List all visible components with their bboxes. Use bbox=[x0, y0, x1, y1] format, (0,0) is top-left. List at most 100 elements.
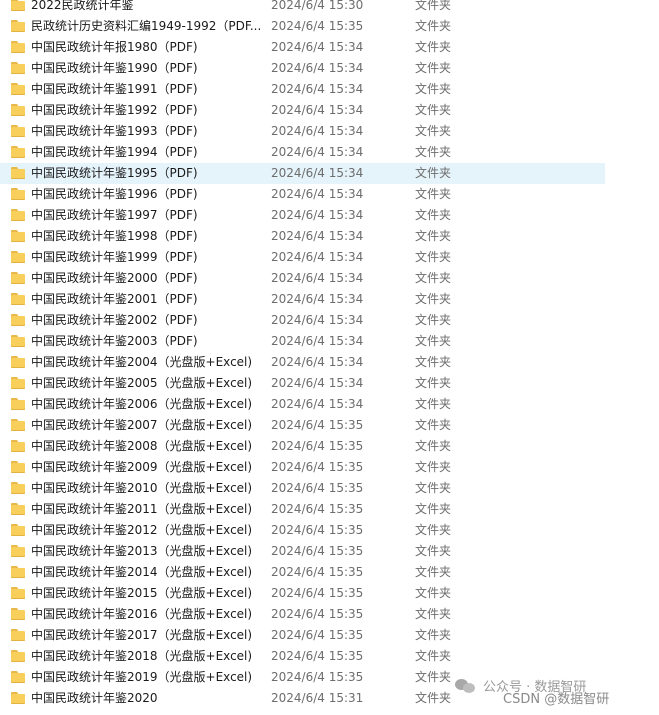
file-name[interactable]: 中国民政统计年鉴2003（PDF) bbox=[31, 331, 263, 352]
folder-icon bbox=[11, 251, 25, 263]
file-name[interactable]: 中国民政统计年鉴2006（光盘版+Excel) bbox=[31, 394, 263, 415]
file-name[interactable]: 中国民政统计年鉴1996（PDF) bbox=[31, 184, 263, 205]
folder-icon bbox=[11, 692, 25, 704]
file-name[interactable]: 中国民政统计年鉴2001（PDF) bbox=[31, 289, 263, 310]
file-row[interactable]: 中国民政统计年鉴1996（PDF) 2024/6/4 15:34 文件夹 bbox=[0, 184, 605, 205]
file-type: 文件夹 bbox=[415, 313, 452, 327]
file-row[interactable]: 中国民政统计年鉴2016（光盘版+Excel) 2024/6/4 15:35 文件夹 bbox=[0, 604, 605, 625]
file-name[interactable]: 中国民政统计年鉴2011（光盘版+Excel) bbox=[31, 499, 263, 520]
file-row[interactable]: 民政统计历史资料汇编1949-1992（PDF... 2024/6/4 15:35… bbox=[0, 16, 605, 37]
file-name[interactable]: 中国民政统计年鉴1993（PDF) bbox=[31, 121, 263, 142]
file-row[interactable]: 2022民政统计年鉴 2024/6/4 15:30 文件夹 bbox=[0, 0, 605, 16]
folder-icon bbox=[11, 230, 25, 242]
file-row[interactable]: 中国民政统计年鉴2015（光盘版+Excel) 2024/6/4 15:35 文件夹 bbox=[0, 583, 605, 604]
wechat-icon bbox=[455, 678, 477, 694]
file-name[interactable]: 中国民政统计年鉴2018（光盘版+Excel) bbox=[31, 646, 263, 667]
file-row[interactable]: 中国民政统计年鉴2004（光盘版+Excel) 2024/6/4 15:34 文件夹 bbox=[0, 352, 605, 373]
file-name[interactable]: 中国民政统计年鉴2002（PDF) bbox=[31, 310, 263, 331]
file-name[interactable]: 中国民政统计年鉴1995（PDF) bbox=[31, 163, 263, 184]
file-modified-date: 2024/6/4 15:34 bbox=[271, 313, 364, 327]
file-row[interactable]: 中国民政统计年鉴2006（光盘版+Excel) 2024/6/4 15:34 文件夹 bbox=[0, 394, 605, 415]
folder-icon bbox=[11, 629, 25, 641]
file-row[interactable]: 中国民政统计年鉴1997（PDF) 2024/6/4 15:34 文件夹 bbox=[0, 205, 605, 226]
file-modified-date: 2024/6/4 15:35 bbox=[271, 502, 364, 516]
file-name[interactable]: 2022民政统计年鉴 bbox=[31, 0, 263, 16]
file-row[interactable]: 中国民政统计年鉴1994（PDF) 2024/6/4 15:34 文件夹 bbox=[0, 142, 605, 163]
folder-icon bbox=[11, 20, 25, 32]
file-type: 文件夹 bbox=[415, 82, 452, 96]
file-name[interactable]: 中国民政统计年鉴2008（光盘版+Excel) bbox=[31, 436, 263, 457]
folder-icon bbox=[11, 62, 25, 74]
file-row[interactable]: 中国民政统计年报1980（PDF) 2024/6/4 15:34 文件夹 bbox=[0, 37, 605, 58]
file-modified-date: 2024/6/4 15:35 bbox=[271, 628, 364, 642]
file-modified-date: 2024/6/4 15:35 bbox=[271, 418, 364, 432]
file-type: 文件夹 bbox=[415, 334, 452, 348]
file-name[interactable]: 中国民政统计年鉴2014（光盘版+Excel) bbox=[31, 562, 263, 583]
file-name[interactable]: 中国民政统计年鉴2015（光盘版+Excel) bbox=[31, 583, 263, 604]
file-name[interactable]: 中国民政统计年鉴1997（PDF) bbox=[31, 205, 263, 226]
folder-icon bbox=[11, 566, 25, 578]
file-row[interactable]: 中国民政统计年鉴2007（光盘版+Excel) 2024/6/4 15:35 文件夹 bbox=[0, 415, 605, 436]
folder-icon bbox=[11, 524, 25, 536]
file-type: 文件夹 bbox=[415, 376, 452, 390]
file-name[interactable]: 中国民政统计年鉴2019（光盘版+Excel) bbox=[31, 667, 263, 688]
file-row[interactable]: 中国民政统计年鉴1990（PDF) 2024/6/4 15:34 文件夹 bbox=[0, 58, 605, 79]
file-name[interactable]: 中国民政统计年报1980（PDF) bbox=[31, 37, 263, 58]
folder-icon bbox=[11, 104, 25, 116]
file-name[interactable]: 中国民政统计年鉴1990（PDF) bbox=[31, 58, 263, 79]
file-row[interactable]: 中国民政统计年鉴1991（PDF) 2024/6/4 15:34 文件夹 bbox=[0, 79, 605, 100]
folder-icon bbox=[11, 671, 25, 683]
file-row[interactable]: 中国民政统计年鉴2003（PDF) 2024/6/4 15:34 文件夹 bbox=[0, 331, 605, 352]
folder-icon bbox=[11, 356, 25, 368]
file-type: 文件夹 bbox=[415, 586, 452, 600]
file-modified-date: 2024/6/4 15:34 bbox=[271, 40, 364, 54]
file-modified-date: 2024/6/4 15:35 bbox=[271, 460, 364, 474]
file-name[interactable]: 中国民政统计年鉴1998（PDF) bbox=[31, 226, 263, 247]
file-name[interactable]: 中国民政统计年鉴2005（光盘版+Excel) bbox=[31, 373, 263, 394]
file-name[interactable]: 民政统计历史资料汇编1949-1992（PDF... bbox=[31, 16, 263, 37]
file-name[interactable]: 中国民政统计年鉴2009（光盘版+Excel) bbox=[31, 457, 263, 478]
file-row[interactable]: 中国民政统计年鉴1995（PDF) 2024/6/4 15:34 文件夹 bbox=[0, 163, 605, 184]
file-row[interactable]: 中国民政统计年鉴2012（光盘版+Excel) 2024/6/4 15:35 文件夹 bbox=[0, 520, 605, 541]
file-name[interactable]: 中国民政统计年鉴2007（光盘版+Excel) bbox=[31, 415, 263, 436]
file-type: 文件夹 bbox=[415, 103, 452, 117]
file-row[interactable]: 中国民政统计年鉴2011（光盘版+Excel) 2024/6/4 15:35 文件夹 bbox=[0, 499, 605, 520]
file-row[interactable]: 中国民政统计年鉴2002（PDF) 2024/6/4 15:34 文件夹 bbox=[0, 310, 605, 331]
file-type: 文件夹 bbox=[415, 544, 452, 558]
file-name[interactable]: 中国民政统计年鉴2020 bbox=[31, 688, 263, 709]
folder-icon bbox=[11, 146, 25, 158]
file-name[interactable]: 中国民政统计年鉴2012（光盘版+Excel) bbox=[31, 520, 263, 541]
file-name[interactable]: 中国民政统计年鉴2013（光盘版+Excel) bbox=[31, 541, 263, 562]
file-name[interactable]: 中国民政统计年鉴2017（光盘版+Excel) bbox=[31, 625, 263, 646]
file-row[interactable]: 中国民政统计年鉴2013（光盘版+Excel) 2024/6/4 15:35 文件夹 bbox=[0, 541, 605, 562]
file-row[interactable]: 中国民政统计年鉴1992（PDF) 2024/6/4 15:34 文件夹 bbox=[0, 100, 605, 121]
file-name[interactable]: 中国民政统计年鉴1999（PDF) bbox=[31, 247, 263, 268]
file-type: 文件夹 bbox=[415, 187, 452, 201]
file-name[interactable]: 中国民政统计年鉴1994（PDF) bbox=[31, 142, 263, 163]
file-row[interactable]: 中国民政统计年鉴2010（光盘版+Excel) 2024/6/4 15:35 文件夹 bbox=[0, 478, 605, 499]
folder-icon bbox=[11, 398, 25, 410]
file-name[interactable]: 中国民政统计年鉴2016（光盘版+Excel) bbox=[31, 604, 263, 625]
folder-icon bbox=[11, 167, 25, 179]
file-row[interactable]: 中国民政统计年鉴1993（PDF) 2024/6/4 15:34 文件夹 bbox=[0, 121, 605, 142]
file-row[interactable]: 中国民政统计年鉴2018（光盘版+Excel) 2024/6/4 15:35 文件夹 bbox=[0, 646, 605, 667]
file-name[interactable]: 中国民政统计年鉴1992（PDF) bbox=[31, 100, 263, 121]
file-row[interactable]: 中国民政统计年鉴2014（光盘版+Excel) 2024/6/4 15:35 文件夹 bbox=[0, 562, 605, 583]
file-name[interactable]: 中国民政统计年鉴1991（PDF) bbox=[31, 79, 263, 100]
folder-icon bbox=[11, 461, 25, 473]
file-row[interactable]: 中国民政统计年鉴2000（PDF) 2024/6/4 15:34 文件夹 bbox=[0, 268, 605, 289]
file-modified-date: 2024/6/4 15:34 bbox=[271, 334, 364, 348]
file-row[interactable]: 中国民政统计年鉴1998（PDF) 2024/6/4 15:34 文件夹 bbox=[0, 226, 605, 247]
file-row[interactable]: 中国民政统计年鉴2009（光盘版+Excel) 2024/6/4 15:35 文件夹 bbox=[0, 457, 605, 478]
file-row[interactable]: 中国民政统计年鉴2008（光盘版+Excel) 2024/6/4 15:35 文件夹 bbox=[0, 436, 605, 457]
file-row[interactable]: 中国民政统计年鉴1999（PDF) 2024/6/4 15:34 文件夹 bbox=[0, 247, 605, 268]
file-name[interactable]: 中国民政统计年鉴2010（光盘版+Excel) bbox=[31, 478, 263, 499]
file-type: 文件夹 bbox=[415, 208, 452, 222]
file-name[interactable]: 中国民政统计年鉴2000（PDF) bbox=[31, 268, 263, 289]
file-row[interactable]: 中国民政统计年鉴2001（PDF) 2024/6/4 15:34 文件夹 bbox=[0, 289, 605, 310]
file-row[interactable]: 中国民政统计年鉴2017（光盘版+Excel) 2024/6/4 15:35 文件夹 bbox=[0, 625, 605, 646]
file-modified-date: 2024/6/4 15:34 bbox=[271, 103, 364, 117]
file-type: 文件夹 bbox=[415, 565, 452, 579]
file-name[interactable]: 中国民政统计年鉴2004（光盘版+Excel) bbox=[31, 352, 263, 373]
file-row[interactable]: 中国民政统计年鉴2005（光盘版+Excel) 2024/6/4 15:34 文件夹 bbox=[0, 373, 605, 394]
